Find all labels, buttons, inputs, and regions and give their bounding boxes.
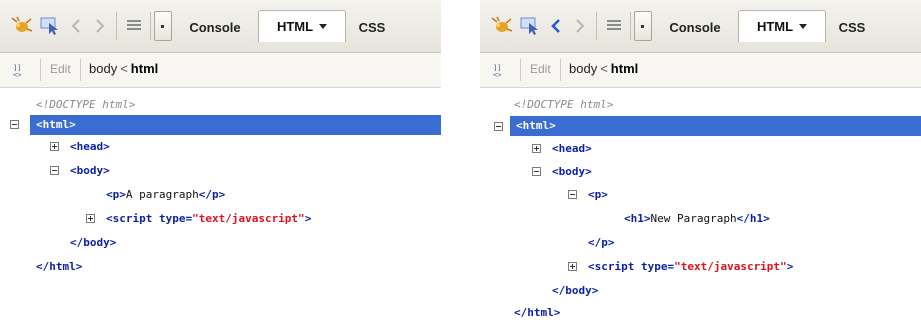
expand-toggle-icon[interactable] [532,144,541,153]
p-text: A paragraph [125,188,199,201]
p-close-tag: </p> [198,188,226,201]
firebug-panel-after: Console HTML CSS ]] <> Edit body < html <!D… [480,0,921,319]
breadcrumb-divider [40,59,41,81]
svg-text:<>: <> [493,71,501,78]
select-element-icon[interactable] [518,14,542,38]
tab-console[interactable]: Console [656,14,734,40]
tree-row-script[interactable]: <script type="text/javascript"> [106,208,311,229]
edit-button[interactable]: Edit [530,62,551,76]
collapse-toggle-icon[interactable] [10,120,19,129]
breadcrumb: body < html [89,61,158,76]
body-close-tag: </body> [552,284,599,297]
tab-console[interactable]: Console [176,14,254,40]
dropdown-icon[interactable] [154,11,172,41]
forward-arrow-icon[interactable] [90,14,110,38]
head-tag[interactable]: <head> [70,136,110,157]
breadcrumb-bar: ]] <> Edit body < html [480,53,921,88]
script-tag-end: > [786,260,794,273]
breadcrumb-separator: < [600,61,608,76]
body-open-tag[interactable]: <body> [70,160,110,181]
doctype-node: <!DOCTYPE html> [514,98,614,111]
back-arrow-icon[interactable] [66,14,86,38]
inspect-bug-icon[interactable] [488,14,514,38]
collapse-toggle-icon[interactable] [568,190,577,199]
tab-css[interactable]: CSS [352,14,392,40]
toolbar-divider [596,12,597,40]
tab-html[interactable]: HTML [258,10,346,42]
h1-close-tag: </h1> [736,212,770,225]
breadcrumb-item-body[interactable]: body [89,61,117,76]
breadcrumb-item-body[interactable]: body [569,61,597,76]
tab-html-label: HTML [276,19,314,34]
p-open-tag[interactable]: <p> [588,184,608,205]
select-element-icon[interactable] [38,14,62,38]
tab-css[interactable]: CSS [832,14,872,40]
inspect-bug-icon[interactable] [8,14,34,38]
break-on-mutate-icon[interactable]: ]] <> [492,62,510,79]
tree-row-p[interactable]: <p>A paragraph</p> [106,184,225,205]
p-open-tag: <p> [106,188,126,201]
chevron-down-icon [799,24,808,29]
html-open-tag: <html> [516,119,556,132]
toolbar: Console HTML CSS [0,0,441,53]
toolbar-divider [116,12,117,40]
expand-toggle-icon[interactable] [86,214,95,223]
script-tag-end: > [304,212,312,225]
script-type-value: "text/javascript" [674,260,787,273]
dropdown-icon[interactable] [634,11,652,41]
tree-row-script[interactable]: <script type="text/javascript"> [588,256,793,277]
collapse-toggle-icon[interactable] [50,166,59,175]
edit-button[interactable]: Edit [50,62,71,76]
tab-html[interactable]: HTML [738,10,826,42]
toolbar: Console HTML CSS [480,0,921,53]
tree-row-html-selected[interactable]: <html> [510,116,921,136]
breadcrumb-divider [520,59,521,81]
toolbar-divider [630,12,631,40]
breadcrumb-divider [80,59,81,81]
svg-text:<>: <> [13,71,21,78]
forward-arrow-icon[interactable] [570,14,590,38]
breadcrumb-item-html[interactable]: html [611,61,638,76]
script-open-tag: <script type= [106,212,193,225]
firebug-panel-before: Console HTML CSS ]] <> Edit body < html <!D… [0,0,441,313]
breadcrumb-divider [560,59,561,81]
breadcrumb: body < html [569,61,638,76]
chevron-down-icon [319,24,328,29]
menu-lines-icon[interactable] [602,14,626,38]
tab-html-label: HTML [756,19,794,34]
tree-row-h1[interactable]: <h1>New Paragraph</h1> [624,208,770,229]
doctype-node: <!DOCTYPE html> [36,98,136,111]
body-open-tag[interactable]: <body> [552,161,592,182]
script-open-tag: <script type= [588,260,675,273]
breadcrumb-item-html[interactable]: html [131,61,158,76]
script-type-value: "text/javascript" [192,212,305,225]
expand-toggle-icon[interactable] [568,262,577,271]
p-close-tag: </p> [588,236,615,249]
collapse-toggle-icon[interactable] [494,122,503,131]
break-on-mutate-icon[interactable]: ]] <> [12,62,30,79]
h1-open-tag: <h1> [624,212,651,225]
html-open-tag: <html> [36,118,76,131]
breadcrumb-bar: ]] <> Edit body < html [0,53,441,88]
tree-row-html-selected[interactable]: <html> [30,115,441,135]
toolbar-divider [150,12,151,40]
h1-text: New Paragraph [650,212,737,225]
body-close-tag: </body> [70,236,117,249]
collapse-toggle-icon[interactable] [532,167,541,176]
html-close-tag: </html> [36,260,83,273]
head-tag[interactable]: <head> [552,138,592,159]
breadcrumb-separator: < [120,61,128,76]
expand-toggle-icon[interactable] [50,142,59,151]
back-arrow-icon[interactable] [546,14,566,38]
menu-lines-icon[interactable] [122,14,146,38]
